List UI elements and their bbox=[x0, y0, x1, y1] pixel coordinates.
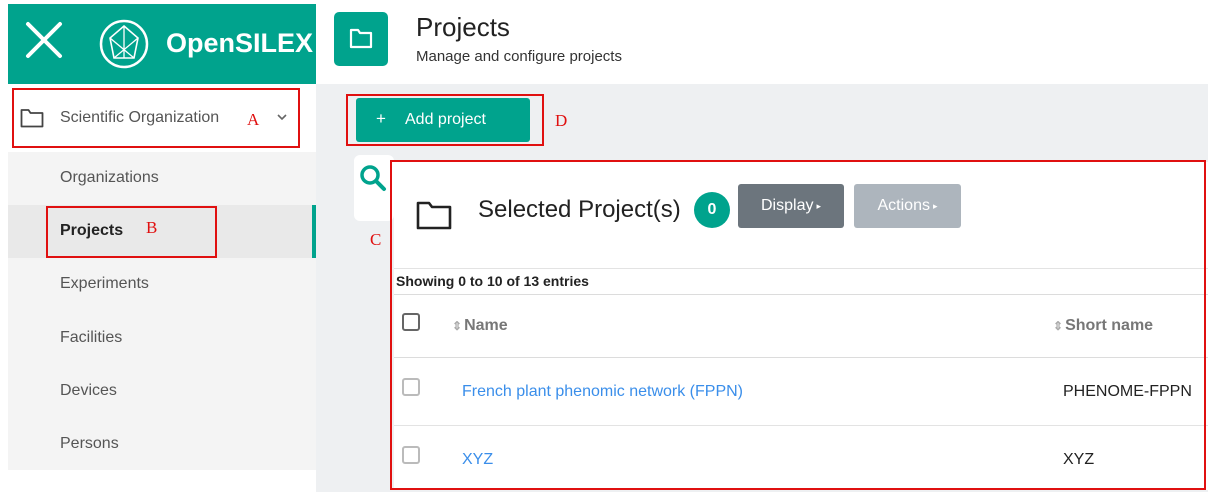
annotation-label-a: A bbox=[247, 110, 260, 129]
page-title: Projects bbox=[416, 12, 510, 42]
header-folder-badge bbox=[334, 12, 388, 66]
sidebar-item-label: Organizations bbox=[60, 169, 159, 186]
sidebar-item-devices[interactable]: Devices bbox=[8, 365, 316, 418]
sidebar-item-organizations[interactable]: Organizations bbox=[8, 152, 316, 205]
sidebar-item-label: Persons bbox=[60, 435, 119, 452]
sidebar-item-persons[interactable]: Persons bbox=[8, 418, 316, 471]
page-header: Projects Manage and configure projects bbox=[316, 4, 1208, 84]
annotation-box-b bbox=[46, 206, 217, 258]
page-subtitle: Manage and configure projects bbox=[416, 48, 622, 65]
app-title: OpenSILEX bbox=[166, 28, 314, 58]
annotation-box-c bbox=[390, 160, 1206, 490]
close-icon[interactable] bbox=[22, 18, 66, 62]
sidebar-item-label: Facilities bbox=[60, 329, 123, 346]
sidebar-item-experiments[interactable]: Experiments bbox=[8, 258, 316, 311]
annotation-box-d bbox=[346, 94, 544, 146]
annotation-label-c: C bbox=[370, 230, 382, 249]
sidebar-item-label: Devices bbox=[60, 382, 117, 399]
search-icon bbox=[360, 165, 386, 191]
sidebar-item-label: Experiments bbox=[60, 275, 149, 292]
sidebar-item-facilities[interactable]: Facilities bbox=[8, 312, 316, 365]
brand-bar: OpenSILEX bbox=[8, 4, 316, 84]
annotation-label-d: D bbox=[555, 111, 568, 130]
search-toggle[interactable] bbox=[354, 155, 394, 221]
folder-icon bbox=[349, 28, 373, 49]
annotation-label-b: B bbox=[146, 218, 158, 237]
opensilex-logo-icon bbox=[99, 19, 149, 69]
